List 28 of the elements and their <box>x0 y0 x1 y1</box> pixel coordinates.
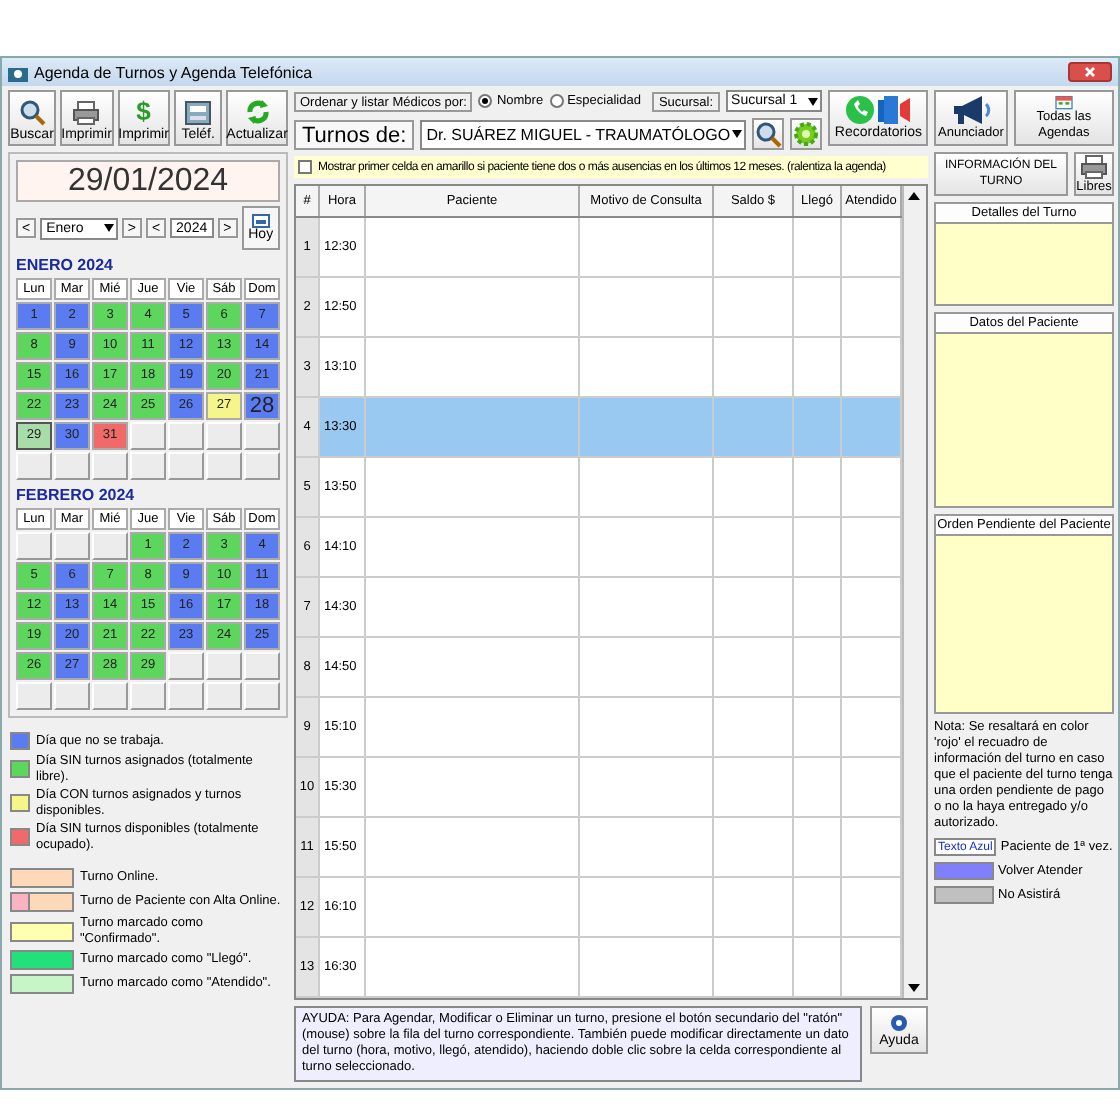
scrollbar[interactable] <box>902 186 926 998</box>
month-heading: FEBRERO 2024 <box>16 486 137 504</box>
dollar-icon: $ <box>136 98 151 126</box>
help-icon <box>890 1013 908 1031</box>
printer-icon <box>1080 154 1108 180</box>
window-title: Agenda de Turnos y Agenda Telefónica <box>34 63 313 81</box>
dropdown-arrow-icon <box>103 224 114 232</box>
dropdown-arrow-icon <box>732 130 743 138</box>
month-heading: ENERO 2024 <box>16 256 115 274</box>
refresh-icon <box>243 98 272 126</box>
doctor-dropdown[interactable]: Dr. SUÁREZ MIGUEL - TRAUMATÓLOGO <box>420 119 747 149</box>
close-button[interactable] <box>1068 62 1112 82</box>
gear-icon <box>794 122 819 146</box>
search-icon <box>754 120 783 148</box>
messaging-icons <box>844 94 913 126</box>
phone-book-icon <box>184 100 213 126</box>
calendar-day[interactable]: 28 <box>244 392 280 420</box>
date-display: 29/01/2024 <box>16 160 280 202</box>
search-icon <box>18 98 46 126</box>
printer-icon <box>72 100 101 126</box>
close-icon <box>1084 66 1096 78</box>
doctor-label: Turnos de: <box>294 119 415 149</box>
search-button[interactable] <box>752 118 785 150</box>
megaphone-icon <box>948 94 993 126</box>
calendar-icon <box>1049 94 1078 110</box>
calendar-icon <box>251 214 270 228</box>
dropdown-arrow-icon <box>808 97 819 105</box>
app-icon <box>8 63 28 81</box>
